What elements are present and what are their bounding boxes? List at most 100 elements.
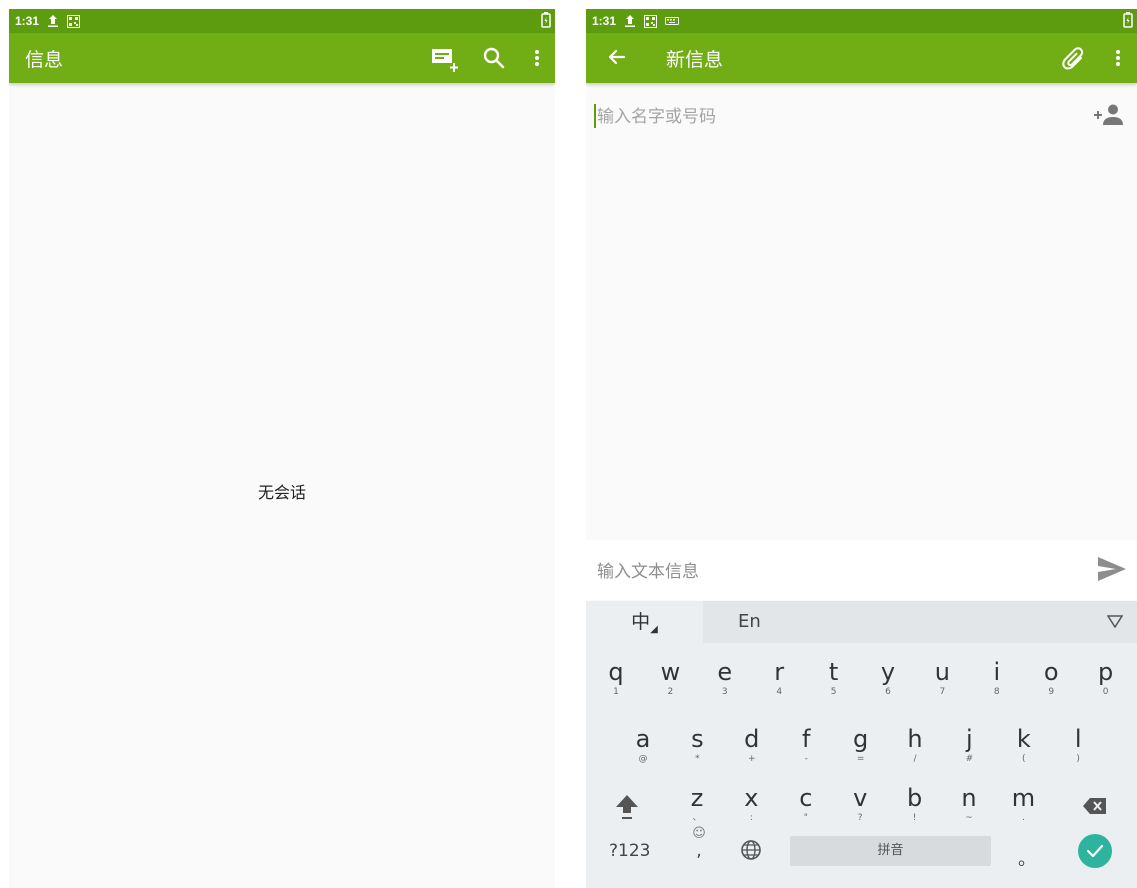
new-message-screen: 1:31 新信息 输入名字或号码 输入文本信息 中◢ En q 1 w 2 e … (586, 9, 1137, 888)
key-c[interactable]: c " (781, 773, 831, 829)
recipient-row (586, 83, 1137, 143)
key-secondary: + (748, 754, 756, 764)
key-letter: x (744, 784, 759, 812)
key-w[interactable]: w2 (645, 647, 695, 703)
key-letter: u (934, 658, 950, 686)
app-bar: 信息 (9, 33, 555, 83)
key-a[interactable]: a @ (618, 714, 668, 770)
key-letter: z (690, 784, 704, 812)
key-letter: f (801, 725, 811, 753)
app-bar: 新信息 (586, 33, 1137, 83)
keyboard-status-icon (665, 16, 680, 26)
more-options-icon[interactable] (1108, 45, 1128, 71)
key-letter: s (691, 725, 704, 753)
key-r[interactable]: r4 (754, 647, 804, 703)
key-secondary: . (1021, 813, 1025, 823)
soft-keyboard: 中◢ En q1w2e3r4t5y6u7i8o9p0 a @ s * d + f - g = h / j… (586, 601, 1137, 888)
key-letter: h (907, 725, 923, 753)
key-u[interactable]: u7 (917, 647, 967, 703)
key-q[interactable]: q1 (591, 647, 641, 703)
key-h[interactable]: h / (890, 714, 940, 770)
key-n[interactable]: n ~ (944, 773, 994, 829)
shift-key[interactable] (614, 792, 640, 822)
key-b[interactable]: b! (890, 773, 940, 829)
key-letter: w (660, 658, 681, 686)
key-letter: p (1097, 658, 1114, 686)
message-input[interactable] (595, 558, 1069, 586)
key-secondary: @ (638, 754, 648, 764)
symbols-key[interactable]: ?123 (609, 841, 650, 861)
key-secondary: 4 (776, 687, 783, 697)
key-letter: d (744, 725, 760, 753)
status-time: 1:31 (15, 14, 40, 28)
more-options-icon[interactable] (527, 45, 547, 71)
key-t[interactable]: t5 (809, 647, 859, 703)
send-icon[interactable] (1096, 554, 1130, 586)
key-v[interactable]: v? (835, 773, 885, 829)
emoji-comma-key[interactable]: ☺ , (684, 827, 714, 875)
key-letter: k (1016, 725, 1031, 753)
period-key[interactable]: 。 (1018, 845, 1036, 871)
key-z[interactable]: z、 (672, 773, 722, 829)
space-key[interactable]: 拼音 (790, 836, 991, 866)
qr-code-icon (644, 14, 658, 28)
key-secondary: ! (912, 813, 917, 823)
key-letter: q (608, 658, 624, 686)
globe-icon[interactable] (740, 839, 764, 863)
key-g[interactable]: g = (836, 714, 886, 770)
conversation-list-screen: 1:31 信息 无会话 (9, 9, 555, 888)
key-s[interactable]: s * (672, 714, 722, 770)
key-y[interactable]: y6 (863, 647, 913, 703)
key-x[interactable]: x: (726, 773, 776, 829)
key-secondary: = (856, 754, 865, 764)
key-f[interactable]: f- (781, 714, 831, 770)
key-e[interactable]: e3 (700, 647, 750, 703)
tab-chinese[interactable]: 中◢ (586, 601, 703, 643)
checkmark-icon (1086, 844, 1104, 858)
key-secondary: ~ (965, 813, 973, 823)
key-secondary: 1 (613, 687, 619, 697)
key-secondary: 2 (667, 687, 674, 697)
key-secondary: * (695, 754, 700, 764)
tab-chinese-label: 中 (631, 611, 651, 633)
new-message-icon[interactable] (429, 45, 463, 73)
key-secondary: 、 (692, 813, 702, 823)
key-secondary: 6 (885, 687, 891, 697)
key-letter: j (966, 725, 973, 753)
key-p[interactable]: p0 (1081, 647, 1131, 703)
search-icon[interactable] (481, 45, 507, 71)
key-k[interactable]: k( (999, 714, 1049, 770)
page-title: 新信息 (666, 49, 724, 71)
key-o[interactable]: o9 (1026, 647, 1076, 703)
key-secondary: ) (1076, 754, 1080, 764)
qr-code-icon (67, 14, 81, 28)
key-secondary: / (913, 754, 917, 764)
text-cursor (594, 104, 596, 128)
back-arrow-icon[interactable] (604, 45, 628, 69)
battery-icon (1123, 12, 1133, 31)
tab-english[interactable]: En (738, 601, 798, 643)
add-contact-icon[interactable] (1094, 103, 1126, 127)
key-letter: o (1043, 658, 1059, 686)
collapse-keyboard-icon[interactable] (1106, 613, 1124, 632)
backspace-key[interactable] (1082, 796, 1110, 816)
battery-icon (541, 12, 551, 31)
key-m[interactable]: m. (998, 773, 1048, 829)
key-d[interactable]: d + (727, 714, 777, 770)
attachment-icon[interactable] (1060, 45, 1088, 73)
key-l[interactable]: l) (1053, 714, 1103, 770)
enter-key[interactable] (1078, 834, 1112, 868)
key-j[interactable]: j # (944, 714, 994, 770)
key-letter: b (906, 784, 923, 812)
key-secondary: 3 (721, 687, 728, 697)
key-letter: a (635, 725, 651, 753)
key-i[interactable]: i8 (972, 647, 1022, 703)
key-secondary: - (804, 754, 808, 764)
key-secondary: 0 (1102, 687, 1109, 697)
key-letter: c (799, 784, 813, 812)
key-secondary: 9 (1048, 687, 1055, 697)
comma-label: , (696, 841, 702, 861)
page-title: 信息 (25, 49, 64, 71)
recipient-input[interactable] (595, 103, 1069, 131)
key-secondary: 8 (993, 687, 1000, 697)
